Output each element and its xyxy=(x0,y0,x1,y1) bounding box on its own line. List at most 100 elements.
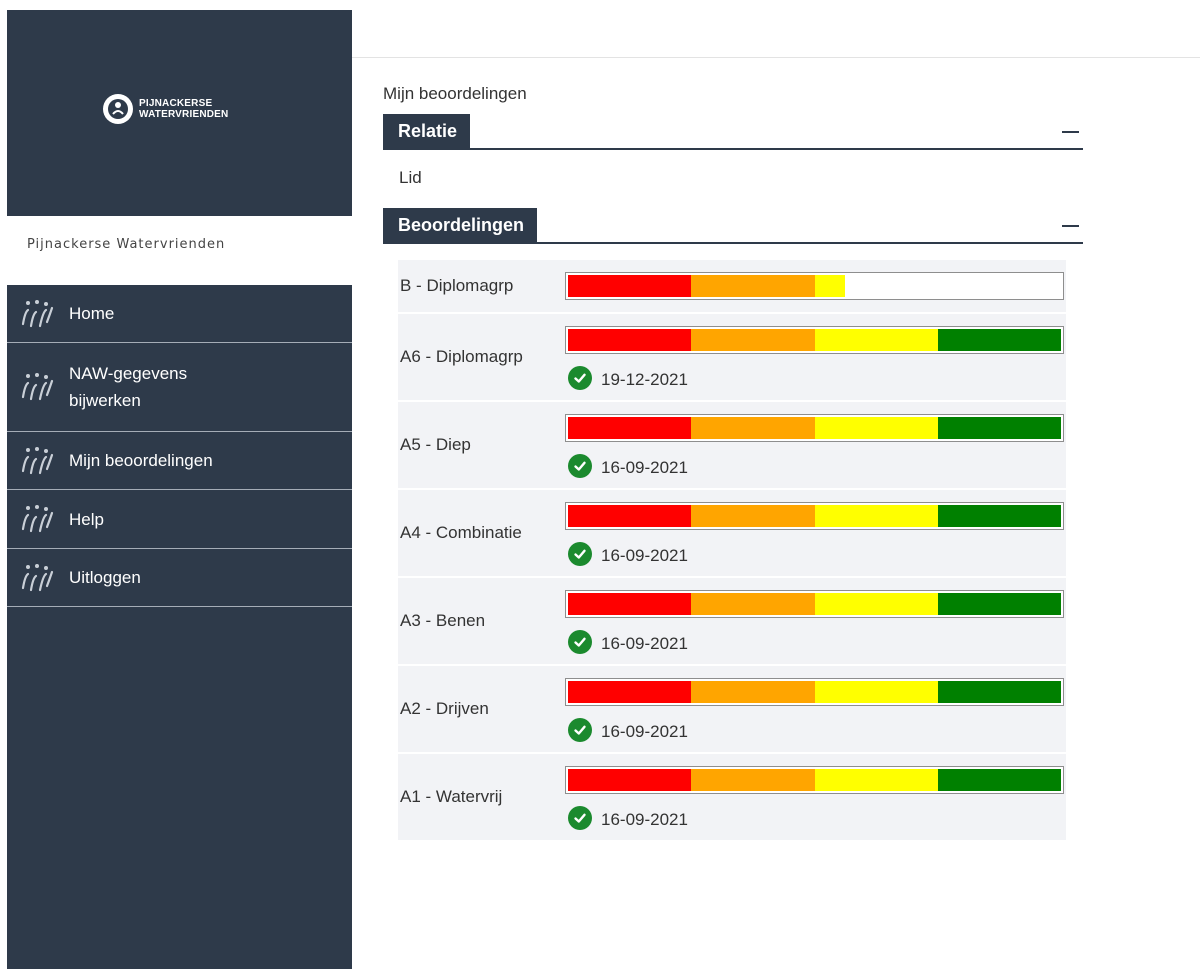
relatie-value: Lid xyxy=(399,168,422,187)
logo-emblem-icon xyxy=(103,94,133,124)
relatie-section-header: Relatie xyxy=(383,114,1083,150)
progress-segment xyxy=(568,417,692,439)
progress-segment xyxy=(691,769,815,791)
checkmark-icon xyxy=(568,718,592,742)
completed-status: 16-09-2021 xyxy=(568,806,1064,830)
progress-bar xyxy=(565,678,1064,706)
completed-status: 16-09-2021 xyxy=(568,718,1064,742)
sidebar-item-home[interactable]: Home xyxy=(7,285,352,343)
rating-list: B - Diplomagrp A6 - Diplomagrp 19-12-2021 A… xyxy=(383,260,1083,840)
checkmark-icon xyxy=(568,630,592,654)
progress-segment xyxy=(937,329,1061,351)
swimmers-icon xyxy=(21,446,54,474)
sidebar-item-label: Help xyxy=(69,509,104,529)
completion-date: 16-09-2021 xyxy=(601,634,688,653)
collapse-toggle[interactable] xyxy=(1062,225,1079,227)
organization-name: Pijnackerse Watervrienden xyxy=(27,237,226,252)
rating-row: A6 - Diplomagrp 19-12-2021 xyxy=(398,314,1066,400)
progress-bar xyxy=(565,326,1064,354)
completion-date: 16-09-2021 xyxy=(601,458,688,477)
completed-status: 16-09-2021 xyxy=(568,454,1064,478)
rating-row: A3 - Benen 16-09-2021 xyxy=(398,578,1066,664)
completed-status: 16-09-2021 xyxy=(568,630,1064,654)
progress-segment xyxy=(568,275,692,297)
sidebar-item-help[interactable]: Help xyxy=(7,490,352,549)
progress-segment xyxy=(691,329,815,351)
progress-segment xyxy=(814,417,938,439)
rating-row: A1 - Watervrij 16-09-2021 xyxy=(398,754,1066,840)
sidebar-item-naw-gegevens[interactable]: NAW-gegevens bijwerken xyxy=(7,343,352,432)
checkmark-icon xyxy=(568,454,592,478)
progress-bar xyxy=(565,272,1064,300)
progress-bar xyxy=(565,414,1064,442)
beoordelingen-section-header: Beoordelingen xyxy=(383,208,1083,244)
rating-label: A1 - Watervrij xyxy=(400,787,503,806)
progress-segment xyxy=(814,593,938,615)
sidebar-item-label: Mijn beoordelingen xyxy=(69,451,213,470)
swimmers-icon xyxy=(21,563,54,591)
logo-text: PIJNACKERSE WATERVRIENDEN xyxy=(139,98,228,120)
progress-segment xyxy=(691,593,815,615)
progress-segment xyxy=(937,417,1061,439)
logo-text-line-2: WATERVRIENDEN xyxy=(139,109,229,120)
header-divider xyxy=(352,57,1200,58)
swimmers-icon xyxy=(21,373,54,401)
completed-status: 19-12-2021 xyxy=(568,366,1064,390)
rating-row: B - Diplomagrp xyxy=(398,260,1066,312)
rating-label: B - Diplomagrp xyxy=(400,276,514,295)
progress-segment xyxy=(691,417,815,439)
progress-segment xyxy=(568,593,692,615)
section-title: Beoordelingen xyxy=(383,208,538,242)
sidebar-item-label: Home xyxy=(69,304,115,323)
progress-segment xyxy=(691,505,815,527)
rating-label: A3 - Benen xyxy=(400,611,486,630)
main-content: Mijn beoordelingen Relatie Lid Beoordeli… xyxy=(383,84,1083,840)
completion-date: 19-12-2021 xyxy=(601,370,688,389)
progress-segment xyxy=(814,681,938,703)
progress-segment xyxy=(691,681,815,703)
logo-area: PIJNACKERSE WATERVRIENDEN xyxy=(7,10,352,216)
progress-segment xyxy=(814,329,938,351)
rating-label: A6 - Diplomagrp xyxy=(400,347,523,366)
progress-segment xyxy=(937,681,1061,703)
section-title: Relatie xyxy=(383,114,471,148)
progress-segment xyxy=(937,505,1061,527)
progress-segment xyxy=(568,681,692,703)
rating-row: A5 - Diep 16-09-2021 xyxy=(398,402,1066,488)
progress-segment xyxy=(937,769,1061,791)
rating-label: A4 - Combinatie xyxy=(400,523,522,542)
organization-band: Pijnackerse Watervrienden xyxy=(7,216,352,285)
progress-segment xyxy=(568,329,692,351)
checkmark-icon xyxy=(568,806,592,830)
logo-text-line-1: PIJNACKERSE xyxy=(139,98,213,109)
progress-segment xyxy=(568,505,692,527)
completed-status: 16-09-2021 xyxy=(568,542,1064,566)
progress-segment xyxy=(691,275,815,297)
breadcrumb: Mijn beoordelingen xyxy=(383,84,527,103)
progress-segment xyxy=(814,769,938,791)
checkmark-icon xyxy=(568,542,592,566)
swimmers-icon xyxy=(21,299,54,327)
rating-label: A2 - Drijven xyxy=(400,699,489,718)
rating-label: A5 - Diep xyxy=(400,435,471,454)
sidebar-item-label: Uitloggen xyxy=(69,568,141,587)
completion-date: 16-09-2021 xyxy=(601,546,688,565)
completion-date: 16-09-2021 xyxy=(601,810,688,829)
sidebar-item-uitloggen[interactable]: Uitloggen xyxy=(7,549,352,607)
rating-row: A2 - Drijven 16-09-2021 xyxy=(398,666,1066,752)
progress-segment xyxy=(814,275,846,297)
collapse-toggle[interactable] xyxy=(1062,131,1079,133)
sidebar-item-mijn-beoordelingen[interactable]: Mijn beoordelingen xyxy=(7,432,352,490)
progress-bar xyxy=(565,590,1064,618)
club-logo[interactable]: PIJNACKERSE WATERVRIENDEN xyxy=(103,94,228,124)
progress-bar xyxy=(565,502,1064,530)
rating-row: A4 - Combinatie 16-09-2021 xyxy=(398,490,1066,576)
sidebar: PIJNACKERSE WATERVRIENDEN Pijnackerse Wa… xyxy=(7,10,352,969)
progress-segment xyxy=(937,593,1061,615)
progress-segment xyxy=(814,505,938,527)
completion-date: 16-09-2021 xyxy=(601,722,688,741)
swimmers-icon xyxy=(21,505,54,533)
sidebar-item-label: NAW-gegevens bijwerken xyxy=(69,364,188,410)
checkmark-icon xyxy=(568,366,592,390)
progress-bar xyxy=(565,766,1064,794)
